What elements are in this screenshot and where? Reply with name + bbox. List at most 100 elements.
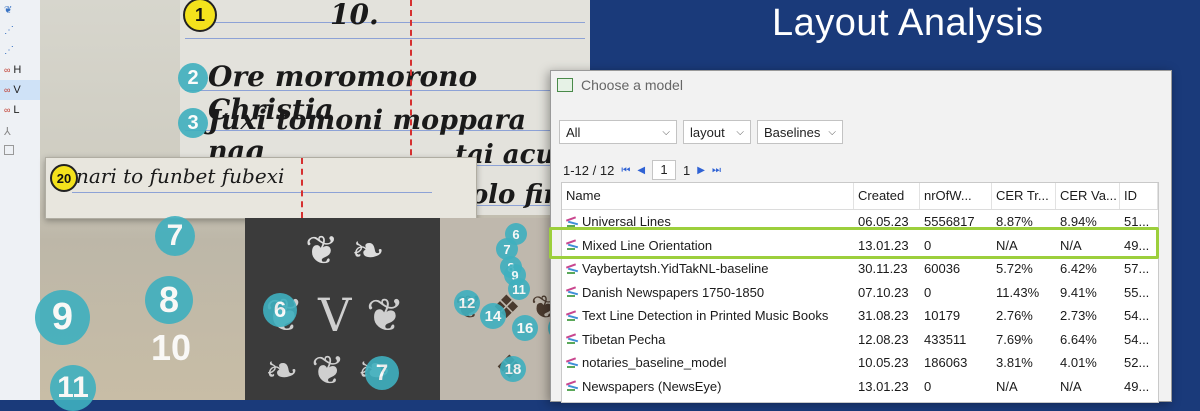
cell-cer-val: 9.41% (1060, 284, 1097, 300)
page-range: 1-12 / 12 (563, 162, 615, 178)
model-name: Universal Lines (582, 214, 671, 230)
column-header-created[interactable]: Created (854, 183, 920, 209)
table-row[interactable]: Newspapers (NewsEye) 13.01.23 0 N/A N/A 49... (562, 375, 1158, 399)
line-number-badge: 9 (35, 290, 90, 345)
cell-cer-train: 5.72% (996, 261, 1033, 277)
last-page-icon[interactable]: ⏭ (712, 165, 721, 176)
model-subtype-select[interactable]: Baselines ⌵ (757, 120, 843, 144)
cell-id: 52... (1124, 355, 1150, 371)
tool-item[interactable]: ❦ (0, 0, 40, 20)
cell-cer-val: 6.42% (1060, 261, 1097, 277)
split-line-icon: ∞ (4, 105, 11, 115)
line-number-badge: 12 (454, 290, 480, 316)
column-header-cer-train[interactable]: CER Tr... (992, 183, 1056, 209)
baseline (185, 38, 585, 39)
chevron-down-icon: ⌵ (736, 126, 744, 138)
tool-item[interactable]: ⋰ (0, 20, 40, 40)
cell-name: notaries_baseline_model (562, 355, 854, 370)
line-number-badge: 7 (155, 216, 195, 256)
prev-page-icon[interactable]: ◀ (637, 165, 645, 176)
model-icon (565, 286, 579, 298)
zoomed-line-strip: 20 nari to funbet fubexi (45, 157, 477, 219)
table-body: Universal Lines 06.05.23 5556817 8.87% 8.94%… (562, 210, 1158, 398)
line-number-badge: 8 (145, 276, 193, 324)
column-header-name[interactable]: Name (562, 183, 854, 209)
dialog-titlebar: Choose a model (551, 71, 1171, 99)
page-total: 1 (683, 162, 691, 178)
line-number-badge: 2 (178, 63, 208, 93)
cell-cer-val: 2.73% (1060, 308, 1097, 324)
slide-title: Layout Analysis (772, 2, 1044, 44)
ornament-panel: ❦ ❧ ❦ V ❦ ❧ ❦ ❧ 6 7 (245, 218, 440, 400)
cell-name: Newspapers (NewsEye) (562, 379, 854, 394)
column-header-cer-val[interactable]: CER Va... (1056, 183, 1120, 209)
cell-cer-val: N/A (1060, 378, 1082, 394)
cell-words: 5556817 (924, 214, 975, 230)
column-header-id[interactable]: ID (1120, 183, 1158, 209)
table-row[interactable]: notaries_baseline_model 10.05.23 186063 3.8… (562, 351, 1158, 375)
model-icon (565, 263, 579, 275)
model-type-select[interactable]: layout ⌵ (683, 120, 751, 144)
cell-name: Danish Newspapers 1750-1850 (562, 285, 854, 300)
next-page-icon[interactable]: ▶ (697, 165, 705, 176)
cell-name: Tibetan Pecha (562, 332, 854, 347)
table-row[interactable]: Text Line Detection in Printed Music Boo… (562, 304, 1158, 328)
model-table: Name Created nrOfW... CER Tr... CER Va..… (561, 182, 1159, 403)
cell-name: Mixed Line Orientation (562, 238, 854, 253)
ornament-glyph: ❦ ❧ (305, 228, 385, 274)
page-number-input[interactable]: 1 (652, 160, 677, 180)
baseline (72, 192, 432, 193)
box-icon (4, 145, 14, 155)
cell-cer-train: 11.43% (996, 284, 1040, 300)
table-header: Name Created nrOfW... CER Tr... CER Va..… (562, 183, 1158, 210)
tool-label: V (13, 84, 21, 96)
model-name: Tibetan Pecha (582, 331, 666, 347)
tool-sidebar: ❦ ⋰ ⋰ ∞ H ∞ V ∞ L ⅄ (0, 0, 41, 400)
tool-item[interactable] (0, 140, 40, 160)
line-number-badge: 7 (365, 356, 399, 390)
table-row[interactable]: Universal Lines 06.05.23 5556817 8.87% 8.94%… (562, 210, 1158, 234)
line-marker: 20 (50, 164, 78, 192)
tool-item[interactable]: ⋰ (0, 40, 40, 60)
tool-item[interactable]: ⅄ (0, 120, 40, 140)
table-row[interactable]: Tibetan Pecha 12.08.23 433511 7.69% 6.64% 54.… (562, 328, 1158, 352)
line-number-badge: 11 (508, 278, 530, 300)
cell-cer-train: 3.81% (996, 355, 1033, 371)
tool-horizontal[interactable]: ∞ H (0, 60, 40, 80)
table-row[interactable]: Danish Newspapers 1750-1850 07.10.23 0 11.4… (562, 281, 1158, 305)
cell-words: 186063 (924, 355, 968, 371)
cell-cer-val: 4.01% (1060, 355, 1097, 371)
line-number-badge: 16 (512, 315, 538, 341)
line-number-badge: 3 (178, 108, 208, 138)
cell-name: Universal Lines (562, 214, 854, 229)
cell-cer-train: 8.87% (996, 214, 1033, 230)
choose-model-dialog: Choose a model All ⌵ layout ⌵ Baselines … (550, 70, 1172, 403)
cell-words: 0 (924, 378, 932, 394)
cell-created: 13.01.23 (858, 237, 909, 253)
region-tool-icon: ❦ (4, 4, 13, 16)
column-header-words[interactable]: nrOfW... (920, 183, 992, 209)
select-value: Baselines (764, 124, 821, 140)
tool-label: H (13, 64, 22, 76)
line-number-badge: 18 (500, 356, 526, 382)
cell-name: Vaybertaytsh.YidTakNL-baseline (562, 261, 854, 276)
cell-words: 433511 (924, 331, 967, 347)
tool-vertical[interactable]: ∞ V (0, 80, 40, 100)
model-name: Mixed Line Orientation (582, 237, 713, 253)
model-name: Text Line Detection in Printed Music Boo… (582, 308, 829, 324)
model-icon (565, 310, 579, 322)
first-page-icon[interactable]: ⏮ (621, 165, 630, 176)
line-tool-icon: ⋰ (4, 24, 14, 36)
split-vertical-icon: ∞ (4, 85, 11, 95)
select-value: All (566, 124, 581, 140)
table-row[interactable]: Vaybertaytsh.YidTakNL-baseline 30.11.23 60… (562, 257, 1158, 281)
tool-label: L (13, 104, 20, 116)
cell-id: 54... (1124, 331, 1150, 347)
collection-filter-select[interactable]: All ⌵ (559, 120, 677, 144)
cell-created: 12.08.23 (858, 331, 909, 347)
cell-cer-val: 8.94% (1060, 214, 1097, 230)
cell-words: 0 (924, 284, 932, 300)
table-row[interactable]: Mixed Line Orientation 13.01.23 0 N/A N/A 49.… (562, 234, 1158, 258)
tool-line[interactable]: ∞ L (0, 100, 40, 120)
chevron-down-icon: ⌵ (828, 126, 836, 138)
